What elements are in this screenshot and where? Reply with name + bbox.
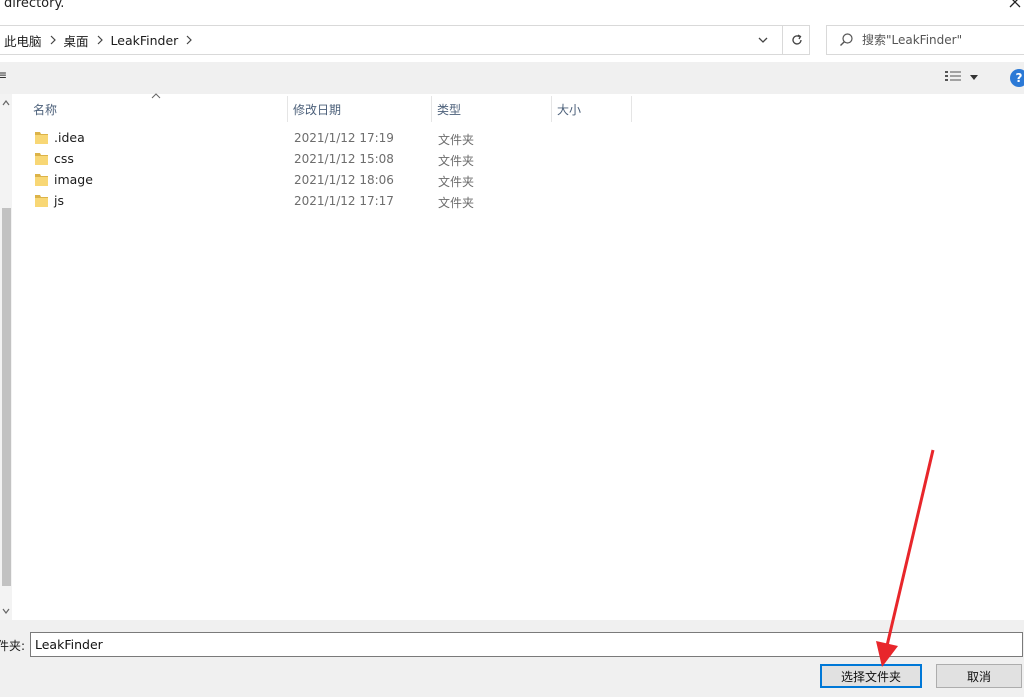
folder-icon (35, 153, 48, 165)
scrollbar-thumb[interactable] (2, 208, 11, 586)
file-row[interactable]: image 2021/1/12 18:06 文件夹 (28, 170, 498, 191)
folder-icon (35, 195, 48, 207)
column-header-size[interactable]: 大小 (552, 96, 632, 122)
scroll-down-icon[interactable] (0, 606, 12, 616)
file-name: .idea (54, 130, 85, 145)
address-history-dropdown[interactable] (752, 30, 774, 50)
file-date: 2021/1/12 17:17 (294, 194, 394, 208)
file-type: 文件夹 (438, 196, 475, 210)
toolbar (0, 62, 1024, 94)
search-input[interactable] (862, 29, 1022, 51)
file-row[interactable]: .idea 2021/1/12 17:19 文件夹 (28, 128, 498, 149)
file-name: image (54, 172, 93, 187)
breadcrumb: 此电脑 桌面 LeakFinder (4, 31, 200, 49)
column-header-type[interactable]: 类型 (432, 96, 552, 122)
column-header-name[interactable]: 名称 (28, 96, 288, 122)
file-date: 2021/1/12 18:06 (294, 173, 394, 187)
file-name: css (54, 151, 74, 166)
breadcrumb-item-desktop[interactable]: 桌面 (64, 31, 89, 50)
caret-down-icon[interactable] (968, 72, 980, 82)
chevron-right-icon[interactable] (89, 31, 111, 49)
file-row[interactable]: css 2021/1/12 15:08 文件夹 (28, 149, 498, 170)
file-date: 2021/1/12 17:19 (294, 131, 394, 145)
cancel-button[interactable]: 取消 (936, 664, 1022, 688)
file-row[interactable]: js 2021/1/12 17:17 文件夹 (28, 191, 498, 212)
folder-icon (35, 132, 48, 144)
file-type: 文件夹 (438, 133, 475, 147)
close-icon[interactable] (1008, 0, 1022, 9)
chevron-right-icon[interactable] (178, 31, 200, 49)
folder-icon (35, 174, 48, 186)
chevron-right-icon[interactable] (42, 31, 64, 49)
sort-ascending-icon (151, 93, 161, 99)
window-title: directory. (4, 0, 65, 11)
chevron-down-icon (758, 37, 768, 43)
folder-field-label: 件夹: (0, 639, 26, 653)
breadcrumb-item-leakfinder[interactable]: LeakFinder (111, 33, 179, 48)
column-header-date[interactable]: 修改日期 (288, 96, 432, 122)
annotation-arrow (876, 449, 935, 667)
refresh-icon (791, 34, 802, 45)
view-options-icon[interactable] (944, 70, 962, 84)
file-type: 文件夹 (438, 175, 475, 189)
file-name: js (54, 193, 64, 208)
search-icon (840, 33, 853, 46)
breadcrumb-item-this-pc[interactable]: 此电脑 (4, 31, 42, 50)
refresh-button[interactable] (782, 26, 810, 54)
scroll-up-icon[interactable] (0, 98, 12, 108)
help-icon[interactable]: ? (1010, 69, 1024, 87)
organize-menu-fragment[interactable]: ≡ (0, 68, 7, 82)
file-date: 2021/1/12 15:08 (294, 152, 394, 166)
file-type: 文件夹 (438, 154, 475, 168)
